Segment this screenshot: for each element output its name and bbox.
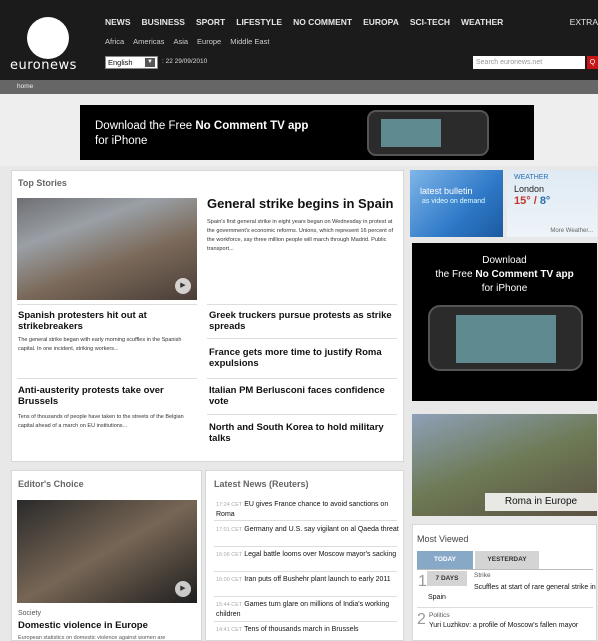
story-headline[interactable]: France gets more time to justify Roma ex… [209,347,394,369]
subnav-item-africa[interactable]: Africa [105,37,124,46]
latest-news-title: Latest News (Reuters) [214,479,309,489]
tab-today[interactable]: TODAY [417,551,473,569]
story-headline[interactable]: Domestic violence in Europe [18,620,148,631]
ad-line2-bold: No Comment TV app [475,269,574,280]
news-item[interactable]: 17:24 CET EU gives France chance to avoi… [216,500,401,520]
story-headline[interactable]: Anti-austerity protests take over Brusse… [18,385,198,407]
nav-item-extra[interactable]: EXTRA [570,17,598,27]
top-story-image[interactable]: ▶ [17,198,197,300]
bulletin-subtitle: as video on demand [422,198,486,205]
most-viewed-title: Most Viewed [417,534,469,544]
ad-line2: the Free [435,269,476,280]
iphone-image [367,110,489,156]
bulletin-title: latest bulletin [420,186,473,196]
story-teaser: Tens of thousands of people have taken t… [18,414,184,429]
language-select[interactable]: English ▼ [105,56,158,69]
story-teaser: European statistics on domestic violence… [18,635,166,641]
main-story-text: Spain's first general strike in eight ye… [207,219,394,252]
banner-text-2: for iPhone [95,135,148,147]
banner-text: Download the Free [95,120,196,132]
ad-line3: for iPhone [481,283,528,294]
main-headline[interactable]: General strike begins in Spain [207,196,397,211]
brand-name[interactable]: euronews [10,58,77,73]
nav-item-sport[interactable]: SPORT [196,17,225,27]
no-comment-app-ad[interactable]: Download the Free No Comment TV app for iP… [412,243,597,401]
item-category[interactable]: Politics [429,612,450,619]
nav-item-business[interactable]: BUSINESS [142,17,185,27]
play-icon[interactable]: ▶ [175,581,191,597]
datetime: : 22 29/09/2010 [162,58,208,65]
subnav-item-americas[interactable]: Americas [133,37,164,46]
no-comment-app-banner[interactable]: Download the Free No Comment TV app for i… [80,105,534,160]
story-teaser: The general strike began with early morn… [18,337,182,352]
euronews-logo[interactable] [27,17,69,59]
temp-high: 15° [514,195,531,207]
latest-bulletin-video[interactable]: latest bulletin as video on demand [410,170,503,237]
item-category[interactable]: Strike [474,572,491,579]
news-item[interactable]: 16:06 CET Legal battle looms over Moscow… [216,550,401,560]
editors-choice-panel: Editor's Choice ▶ Society Domestic viole… [11,470,202,641]
top-stories-panel: Top Stories ▶ General strike begins in S… [11,170,404,462]
top-stories-title: Top Stories [18,178,67,188]
editors-choice-title: Editor's Choice [18,479,84,489]
iphone-image [428,305,583,371]
search-button[interactable]: Q [587,56,598,69]
subnav-item-middle-east[interactable]: Middle East [230,37,269,46]
weather-city: London [514,184,545,194]
search-input[interactable]: Search euronews.net [473,56,585,69]
nav-item-europa[interactable]: EUROPA [363,17,399,27]
site-header: euronews NEWS BUSINESS SPORT LIFESTYLE N… [0,0,598,80]
story-headline[interactable]: Spanish protesters hit out at strikebrea… [18,310,198,332]
news-item[interactable]: 14:41 CET Tens of thousands march in Bru… [216,625,401,635]
banner-bold: No Comment TV app [195,120,309,132]
weather-label: WEATHER [514,174,549,181]
roma-in-europe-feature[interactable]: Roma in Europe [412,414,597,516]
language-value: English [108,58,133,67]
story-headline[interactable]: Greek truckers pursue protests as strike… [209,310,394,332]
rank-number: 1 [418,573,427,590]
play-icon[interactable]: ▶ [175,278,191,294]
most-viewed-item[interactable]: Yuri Luzhkov: a profile of Moscow's fall… [429,621,594,630]
news-item[interactable]: 17:01 CET Germany and U.S. say vigilant … [216,525,401,535]
news-item[interactable]: 16:00 CET Iran puts off Bushehr plant la… [216,575,401,585]
news-item[interactable]: 15:44 CET Games turn glare on millions o… [216,600,401,620]
breadcrumb[interactable]: home [0,80,598,94]
editors-choice-image[interactable]: ▶ [17,500,197,603]
ad-line1: Download [482,255,527,266]
nav-item-sci-tech[interactable]: SCI-TECH [410,17,450,27]
sub-nav: Africa Americas Asia Europe Middle East [105,37,269,46]
nav-item-weather[interactable]: WEATHER [461,17,503,27]
rank-number: 2 [417,611,426,628]
nav-item-news[interactable]: NEWS [105,17,131,27]
tab-yesterday[interactable]: YESTERDAY [475,551,539,569]
subnav-item-asia[interactable]: Asia [173,37,188,46]
main-nav: NEWS BUSINESS SPORT LIFESTYLE NO COMMENT… [105,17,503,27]
latest-news-panel: Latest News (Reuters) 17:24 CET EU gives… [205,470,404,641]
story-headline[interactable]: Italian PM Berlusconi faces confidence v… [209,385,394,407]
subnav-item-europe[interactable]: Europe [197,37,221,46]
chevron-down-icon: ▼ [145,58,155,67]
more-weather-link[interactable]: More Weather... [550,228,593,234]
search-icon: Q [589,59,596,66]
roma-label: Roma in Europe [485,493,597,511]
nav-item-no-comment[interactable]: NO COMMENT [293,17,352,27]
most-viewed-panel: Most Viewed TODAY YESTERDAY 1 7 DAYS Str… [412,524,597,641]
weather-widget[interactable]: WEATHER London 15° / 8° More Weather... [507,170,597,237]
story-headline[interactable]: North and South Korea to hold military t… [209,422,394,444]
story-category[interactable]: Society [18,610,41,617]
most-viewed-item[interactable]: Scuffles at start of rare general strike… [428,583,596,603]
nav-item-lifestyle[interactable]: LIFESTYLE [236,17,282,27]
temp-low: 8° [539,195,551,207]
